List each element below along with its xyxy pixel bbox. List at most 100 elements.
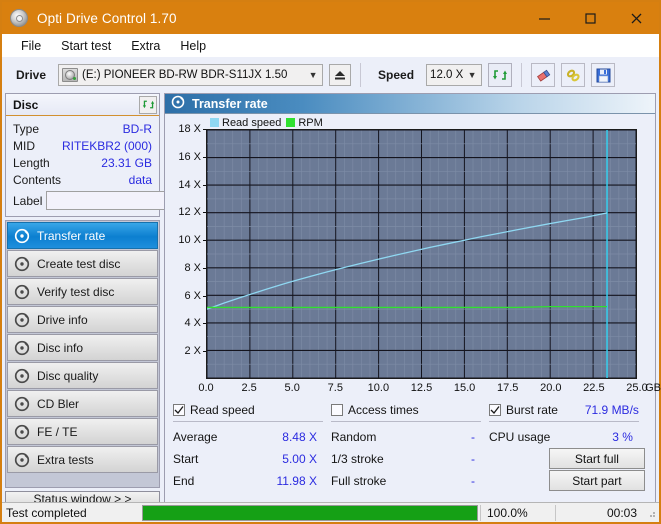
sidebar-item-label: Extra tests	[37, 452, 94, 467]
divider	[488, 421, 639, 422]
sidebar-item-disc-quality[interactable]: Disc quality	[7, 362, 158, 389]
stat-value: 5.00 X	[282, 452, 317, 466]
stat-third-stroke: 1/3 stroke -	[331, 448, 489, 470]
stats-panel: Read speed Access times Burst rate 71.9 …	[173, 403, 647, 492]
start-part-button[interactable]: Start part	[548, 470, 645, 491]
stat-value: -	[470, 474, 475, 488]
y-axis-tick-label: 2 X	[184, 345, 201, 358]
chart-plot-area	[206, 129, 637, 379]
chain-button[interactable]	[561, 63, 586, 87]
stat-average: Average 8.48 X	[173, 426, 331, 448]
title-bar: Opti Drive Control 1.70	[2, 2, 659, 34]
read-speed-checkbox[interactable]	[173, 404, 185, 416]
sidebar-item-transfer-rate[interactable]: Transfer rate	[7, 222, 158, 249]
sidebar-item-fe-te[interactable]: FE / TE	[7, 418, 158, 445]
sidebar-item-drive-info[interactable]: Drive info	[7, 306, 158, 333]
disc-info-rows: Type BD-R MID RITEKBR2 (000) Length 23.3…	[6, 116, 251, 216]
y-axis-tick-label: 10 X	[178, 234, 201, 247]
elapsed-time: 00:03	[555, 504, 645, 521]
stat-end: End 11.98 X	[173, 470, 331, 492]
y-axis-tick-label: 18 X	[178, 123, 201, 135]
disc-test-icon	[14, 312, 30, 328]
disc-row-key: Contents	[13, 172, 62, 187]
sidebar-item-label: Verify test disc	[37, 284, 115, 299]
stat-start: Start 5.00 X	[173, 448, 331, 470]
chart-x-axis: GB 0.0 2.5 5.0 7.5 10.0 12.5 15.0 17.5 20.0 22.5 2…	[198, 382, 661, 398]
stat-value: 3 %	[612, 430, 633, 444]
maximize-button[interactable]	[567, 2, 613, 34]
main-body: Disc Type BD-R MID RITEKBR2 (000) Length…	[2, 93, 661, 507]
resize-grip-icon[interactable]	[645, 507, 657, 519]
drive-icon	[62, 68, 79, 82]
burst-rate-value: 71.9 MB/s	[584, 403, 639, 417]
stats-checkbox-row: Read speed Access times Burst rate 71.9 …	[173, 403, 647, 417]
eraser-button[interactable]	[531, 63, 556, 87]
chart-title: Transfer rate	[192, 96, 268, 111]
sidebar-item-label: CD Bler	[37, 396, 80, 411]
burst-rate-checkbox[interactable]	[488, 404, 501, 416]
refresh-button[interactable]	[488, 63, 513, 87]
menu-bar: File Start test Extra Help	[2, 34, 659, 57]
chart-header: Transfer rate	[165, 94, 655, 114]
start-full-button[interactable]: Start full	[548, 448, 645, 469]
sidebar-item-create-test-disc[interactable]: Create test disc	[7, 250, 158, 277]
disc-row-key: MID	[13, 138, 35, 153]
stat-cpu-usage: CPU usage 3 %	[489, 426, 647, 448]
disc-row-value: RITEKBR2 (000)	[61, 138, 152, 153]
x-axis-tick-label: 10.0	[367, 382, 390, 394]
y-axis-tick-label: 8 X	[184, 261, 201, 274]
legend-label: RPM	[298, 116, 323, 129]
disc-panel-header: Disc	[6, 94, 159, 116]
checkbox-access-times[interactable]: Access times	[330, 403, 489, 417]
divider	[330, 421, 481, 422]
menu-item-start-test[interactable]: Start test	[51, 37, 121, 55]
disc-row-value: BD-R	[122, 121, 152, 136]
close-button[interactable]	[613, 2, 659, 34]
disc-panel: Disc Type BD-R MID RITEKBR2 (000) Length…	[5, 93, 251, 217]
speed-select[interactable]: 12.0 X ▼	[426, 64, 483, 86]
minimize-button[interactable]	[521, 2, 567, 34]
stat-key: 1/3 stroke	[330, 452, 384, 466]
progress-bar	[142, 504, 478, 521]
x-axis-tick-label: 2.5	[241, 382, 257, 394]
menu-item-file[interactable]: File	[11, 37, 51, 55]
disc-row-contents: Contents data	[13, 171, 152, 188]
access-times-label: Access times	[347, 403, 419, 417]
y-axis-tick-label: 4 X	[184, 317, 201, 330]
speed-label: Speed	[378, 68, 415, 82]
stat-value: -	[470, 452, 475, 466]
stat-key: End	[173, 474, 195, 488]
checkbox-read-speed[interactable]: Read speed	[173, 403, 331, 417]
access-times-checkbox[interactable]	[330, 404, 343, 416]
disc-icon	[10, 9, 28, 27]
chart-y-axis: 2 X 4 X 6 X 8 X 10 X 12 X 14 X 16 X 18 X	[171, 123, 207, 379]
sidebar-item-cd-bler[interactable]: CD Bler	[7, 390, 158, 417]
sidebar-item-extra-tests[interactable]: Extra tests	[7, 446, 158, 473]
checkbox-burst-rate[interactable]: Burst rate 71.9 MB/s	[488, 403, 647, 417]
disc-refresh-button[interactable]	[139, 95, 157, 114]
menu-item-extra[interactable]: Extra	[121, 37, 170, 55]
eject-button[interactable]	[329, 64, 352, 86]
x-axis-tick-label: 0.0	[198, 382, 214, 394]
sidebar-item-disc-info[interactable]: Disc info	[7, 334, 158, 361]
disc-label-key: Label	[13, 193, 43, 208]
disc-row-value: data	[128, 172, 152, 187]
sidebar-spacer	[7, 474, 158, 486]
legend-item-read-speed: Read speed	[210, 117, 281, 129]
drive-select[interactable]: (E:) PIONEER BD-RW BDR-S11JX 1.50 ▼	[58, 64, 324, 86]
legend-label: Read speed	[222, 116, 282, 129]
drive-select-value: (E:) PIONEER BD-RW BDR-S11JX 1.50	[82, 69, 288, 81]
stat-key: Average	[173, 430, 218, 444]
sidebar-item-label: Drive info	[37, 312, 88, 327]
sidebar-item-label: Disc quality	[37, 368, 99, 383]
chart-plot-wrapper: 2 X4 X6 X8 X 10 X 12 X 14 X 16 X 18 X GB 0.0 2…	[171, 123, 661, 401]
legend-swatch	[210, 118, 219, 127]
menu-item-help[interactable]: Help	[170, 37, 216, 55]
speed-select-value: 12.0 X	[430, 69, 464, 81]
save-button[interactable]	[591, 63, 616, 87]
chart-svg	[207, 130, 636, 378]
x-axis-tick-label: 12.5	[410, 382, 433, 394]
stat-random: Random -	[331, 426, 489, 448]
sidebar-item-verify-test-disc[interactable]: Verify test disc	[7, 278, 158, 305]
disc-panel-title: Disc	[13, 97, 39, 112]
